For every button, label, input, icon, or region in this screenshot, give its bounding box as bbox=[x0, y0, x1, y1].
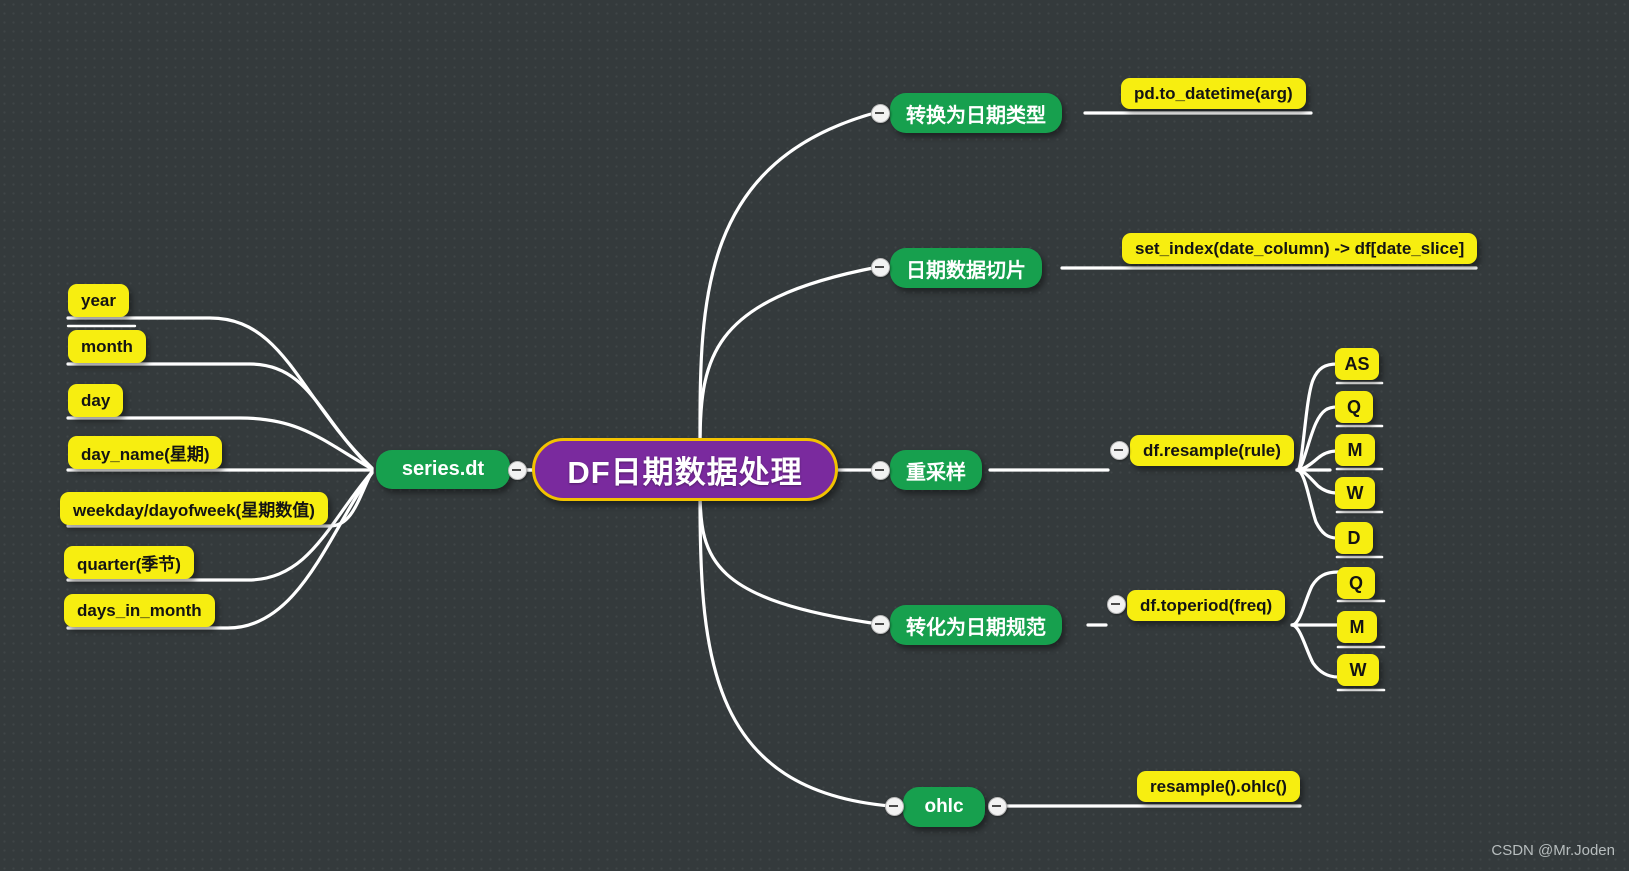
leaf-resample-freq-d[interactable]: D bbox=[1335, 522, 1373, 554]
mindmap-edges bbox=[66, 110, 1478, 808]
branch-series-dt-label: series.dt bbox=[401, 458, 485, 480]
leaf-quarter-label: quarter(季节) bbox=[77, 555, 181, 574]
branch-ohlc[interactable]: ohlc bbox=[903, 787, 985, 827]
collapse-dot-branch-3[interactable] bbox=[871, 461, 890, 480]
leaf-month-label: month bbox=[81, 336, 133, 356]
leaf-day-name[interactable]: day_name(星期) bbox=[68, 436, 223, 469]
watermark: CSDN @Mr.Joden bbox=[1491, 842, 1615, 859]
leaf-toperiod-freq-w-label: W bbox=[1349, 659, 1367, 680]
leaf-resample-freq-d-label: D bbox=[1347, 527, 1361, 548]
collapse-dot-branch-4[interactable] bbox=[871, 615, 890, 634]
central-collapse-dot-left[interactable] bbox=[508, 461, 527, 480]
leaf-resample-freq-as-label: AS bbox=[1344, 353, 1370, 374]
leaf-df-resample-rule-label: df.resample(rule) bbox=[1143, 440, 1281, 460]
leaf-resample-freq-q-label: Q bbox=[1346, 396, 1361, 417]
central-node-label: DF日期数据处理 bbox=[567, 455, 803, 490]
collapse-dot-toperiod-freq[interactable] bbox=[1107, 595, 1126, 614]
leaf-toperiod-freq-w[interactable]: W bbox=[1337, 654, 1379, 686]
leaf-weekday-dayofweek[interactable]: weekday/dayofweek(星期数值) bbox=[60, 492, 328, 525]
central-node[interactable]: DF日期数据处理 bbox=[532, 438, 838, 501]
leaf-day[interactable]: day bbox=[68, 384, 124, 417]
leaf-pd-to-datetime-label: pd.to_datetime(arg) bbox=[1134, 83, 1293, 103]
branch-to-period-label: 转化为日期规范 bbox=[906, 616, 1046, 639]
branch-date-slice[interactable]: 日期数据切片 bbox=[890, 248, 1042, 288]
leaf-year-label: year bbox=[81, 290, 116, 310]
leaf-day-label: day bbox=[81, 390, 111, 410]
leaf-resample-freq-m-label: M bbox=[1347, 439, 1363, 460]
leaf-month[interactable]: month bbox=[68, 330, 146, 363]
leaf-resample-freq-q[interactable]: Q bbox=[1335, 391, 1373, 423]
leaf-resample-ohlc-label: resample().ohlc() bbox=[1150, 776, 1287, 796]
branch-resample[interactable]: 重采样 bbox=[890, 450, 982, 490]
branch-date-slice-label: 日期数据切片 bbox=[906, 259, 1026, 282]
leaf-resample-freq-w[interactable]: W bbox=[1335, 477, 1375, 509]
branch-to-datetime-label: 转换为日期类型 bbox=[906, 104, 1046, 127]
branch-resample-label: 重采样 bbox=[906, 461, 966, 484]
leaf-df-toperiod-freq[interactable]: df.toperiod(freq) bbox=[1127, 590, 1286, 621]
leaf-pd-to-datetime[interactable]: pd.to_datetime(arg) bbox=[1121, 78, 1306, 109]
leaf-resample-freq-m[interactable]: M bbox=[1335, 434, 1375, 466]
leaf-days-in-month-label: days_in_month bbox=[77, 600, 202, 620]
leaf-year[interactable]: year bbox=[68, 284, 129, 317]
leaf-resample-freq-as[interactable]: AS bbox=[1335, 348, 1379, 380]
branch-to-datetime[interactable]: 转换为日期类型 bbox=[890, 93, 1062, 133]
branch-ohlc-label: ohlc bbox=[924, 796, 964, 817]
branch-series-dt[interactable]: series.dt bbox=[376, 450, 510, 489]
leaf-quarter[interactable]: quarter(季节) bbox=[64, 546, 194, 579]
leaf-day-name-label: day_name(星期) bbox=[81, 445, 210, 464]
leaf-toperiod-freq-m[interactable]: M bbox=[1337, 611, 1377, 643]
leaf-toperiod-freq-q-label: Q bbox=[1348, 572, 1363, 593]
collapse-dot-resample-rule[interactable] bbox=[1110, 441, 1129, 460]
leaf-toperiod-freq-m-label: M bbox=[1349, 616, 1365, 637]
collapse-dot-ohlc-leaf[interactable] bbox=[988, 797, 1007, 816]
leaf-days-in-month[interactable]: days_in_month bbox=[64, 594, 215, 627]
collapse-dot-branch-5[interactable] bbox=[885, 797, 904, 816]
collapse-dot-branch-1[interactable] bbox=[871, 104, 890, 123]
leaf-set-index-slice-label: set_index(date_column) -> df[date_slice] bbox=[1135, 238, 1465, 258]
branch-to-period[interactable]: 转化为日期规范 bbox=[890, 605, 1062, 645]
leaf-df-toperiod-freq-label: df.toperiod(freq) bbox=[1140, 595, 1273, 615]
collapse-dot-branch-2[interactable] bbox=[871, 258, 890, 277]
leaf-resample-freq-w-label: W bbox=[1346, 482, 1364, 503]
leaf-resample-ohlc[interactable]: resample().ohlc() bbox=[1137, 771, 1300, 802]
leaf-df-resample-rule[interactable]: df.resample(rule) bbox=[1130, 435, 1294, 466]
leaf-set-index-slice[interactable]: set_index(date_column) -> df[date_slice] bbox=[1122, 233, 1478, 264]
leaf-weekday-dayofweek-label: weekday/dayofweek(星期数值) bbox=[73, 501, 315, 520]
mindmap-canvas: DF日期数据处理 series.dt year month day day_na… bbox=[0, 0, 1629, 871]
leaf-toperiod-freq-q[interactable]: Q bbox=[1337, 567, 1375, 599]
